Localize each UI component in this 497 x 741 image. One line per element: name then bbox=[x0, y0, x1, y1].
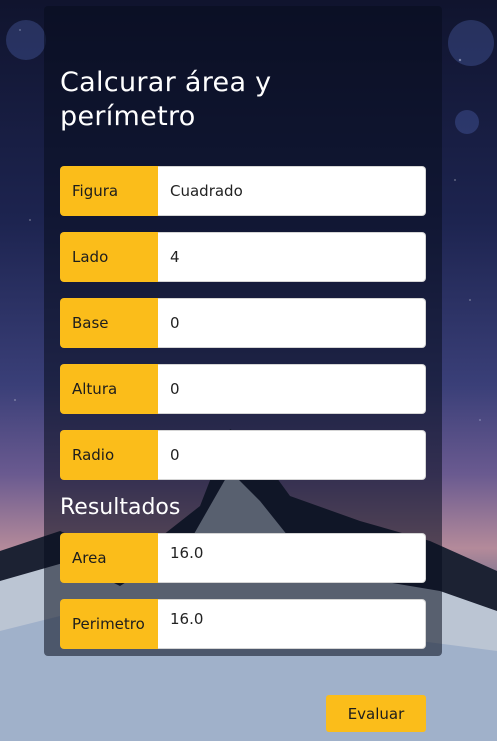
figure-row: Figura Cuadrado bbox=[60, 166, 426, 216]
perimeter-output: 16.0 bbox=[158, 599, 426, 649]
radius-input[interactable]: 0 bbox=[158, 430, 426, 480]
area-output: 16.0 bbox=[158, 533, 426, 583]
side-label: Lado bbox=[60, 232, 158, 282]
calculator-panel: Calcurar área y perímetro Figura Cuadrad… bbox=[44, 6, 442, 656]
perimeter-label: Perimetro bbox=[60, 599, 158, 649]
side-input[interactable]: 4 bbox=[158, 232, 426, 282]
height-label: Altura bbox=[60, 364, 158, 414]
base-label: Base bbox=[60, 298, 158, 348]
perimeter-row: Perimetro 16.0 bbox=[60, 599, 426, 649]
results-heading: Resultados bbox=[60, 495, 181, 520]
figure-select[interactable]: Cuadrado bbox=[158, 166, 426, 216]
bokeh-light bbox=[6, 20, 46, 60]
base-input[interactable]: 0 bbox=[158, 298, 426, 348]
height-row: Altura 0 bbox=[60, 364, 426, 414]
radius-label: Radio bbox=[60, 430, 158, 480]
area-label: Area bbox=[60, 533, 158, 583]
area-row: Area 16.0 bbox=[60, 533, 426, 583]
figure-label: Figura bbox=[60, 166, 158, 216]
side-row: Lado 4 bbox=[60, 232, 426, 282]
page-title: Calcurar área y perímetro bbox=[60, 67, 272, 132]
radius-row: Radio 0 bbox=[60, 430, 426, 480]
bokeh-light bbox=[455, 110, 479, 134]
bokeh-light bbox=[448, 20, 494, 66]
base-row: Base 0 bbox=[60, 298, 426, 348]
evaluate-button[interactable]: Evaluar bbox=[326, 695, 426, 732]
height-input[interactable]: 0 bbox=[158, 364, 426, 414]
